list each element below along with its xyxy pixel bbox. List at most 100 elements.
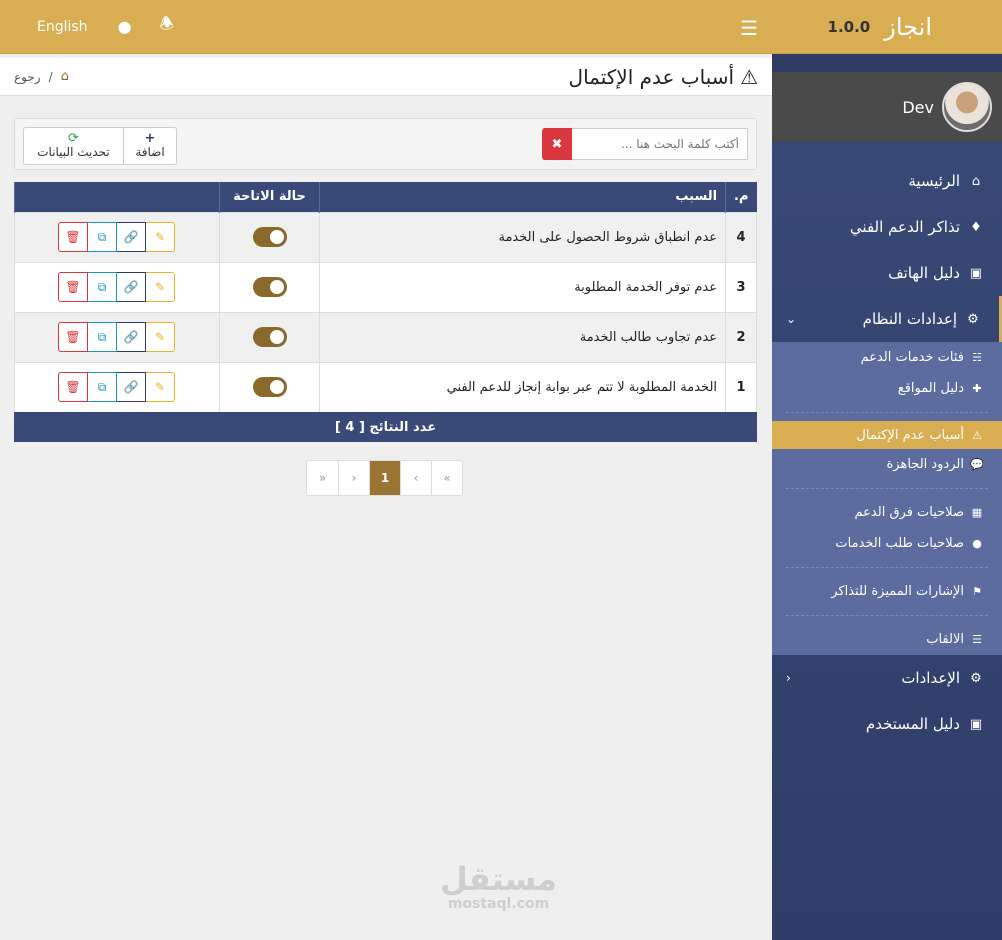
avatar[interactable]: [942, 82, 992, 132]
user-panel: Dev: [772, 72, 1002, 142]
availability-toggle[interactable]: [252, 277, 287, 297]
sliders-icon: ☰: [972, 633, 982, 646]
sidebar-item-settings[interactable]: ⚙ الإعدادات ‹: [772, 655, 1002, 701]
clear-search-button[interactable]: ✖: [542, 128, 572, 160]
row-number: 4: [725, 211, 757, 263]
delete-button[interactable]: 🗑: [58, 222, 88, 252]
action-button-group: ⟳ تحديث البيانات + اضافة: [23, 127, 177, 165]
signs-icon: ✚: [972, 382, 982, 395]
column-header-actions: [14, 182, 220, 212]
link-button[interactable]: 🔗: [116, 372, 146, 402]
duplicate-button[interactable]: ⧉: [87, 272, 117, 302]
user-icon[interactable]: ●: [118, 17, 132, 36]
warning-icon: ⚠: [740, 64, 758, 89]
refresh-icon: ⟳: [68, 131, 79, 146]
pencil-icon: ✎: [154, 330, 166, 344]
sidebar-sub-item-label: دليل المواقع: [897, 381, 964, 396]
sidebar-sub-item-label: صلاحيات طلب الخدمات: [835, 536, 964, 551]
availability-toggle[interactable]: [252, 327, 287, 347]
app-name[interactable]: انجاز: [884, 13, 932, 41]
sidebar-item-home[interactable]: ⌂ الرئيسية: [772, 158, 1002, 204]
home-icon[interactable]: ⌂: [61, 69, 69, 84]
link-button[interactable]: 🔗: [116, 272, 146, 302]
delete-button[interactable]: 🗑: [58, 372, 88, 402]
sidebar-sub-item-request-permissions[interactable]: ● صلاحيات طلب الخدمات: [772, 528, 1002, 559]
top-bar: English ● 🕭 ☰: [0, 0, 772, 54]
pager-prev[interactable]: ‹: [400, 461, 431, 495]
sidebar-sub-item-label: أسباب عدم الإكتمال: [856, 427, 964, 443]
duplicate-button[interactable]: ⧉: [87, 222, 117, 252]
app-version: 1.0.0: [827, 17, 871, 36]
column-header-reason[interactable]: السبب: [318, 182, 726, 212]
sidebar-sub-item-label: الإشارات المميزة للتذاكر: [831, 584, 964, 599]
sidebar-sub-item-titles[interactable]: ☰ الالقاب: [772, 624, 1002, 655]
sidebar-sub-item-canned-replies[interactable]: 💬 الردود الجاهزة: [772, 449, 1002, 480]
divider: [786, 412, 988, 413]
table-row: 1 الخدمة المطلوبة لا تتم عبر بوابة إنجاز…: [14, 361, 757, 413]
pager-next[interactable]: ›: [338, 461, 369, 495]
sidebar-sub-item-team-permissions[interactable]: ▦ صلاحيات فرق الدعم: [772, 497, 1002, 528]
brand: 1.0.0 انجاز: [772, 0, 1002, 54]
sidebar-item-user-guide[interactable]: ▣ دليل المستخدم: [772, 701, 1002, 747]
sidebar-item-label: الإعدادات: [901, 669, 960, 687]
search-box: ✖: [542, 128, 748, 160]
trash-icon: 🗑: [65, 230, 81, 244]
refresh-button[interactable]: ⟳ تحديث البيانات: [24, 128, 124, 164]
pencil-icon: ✎: [154, 380, 166, 394]
watermark: مستقل mostaql.com: [440, 862, 557, 912]
link-button[interactable]: 🔗: [116, 322, 146, 352]
page-header: رجوع / ⌂ ⚠ أسباب عدم الإكتمال: [0, 58, 772, 96]
address-book-icon: ▣: [969, 265, 983, 281]
trash-icon: 🗑: [65, 330, 81, 344]
sidebar-sub-item-support-categories[interactable]: ☵ فئات خدمات الدعم: [772, 342, 1002, 373]
edit-button[interactable]: ✎: [145, 372, 175, 402]
duplicate-button[interactable]: ⧉: [87, 372, 117, 402]
sidebar-sub-item-ticket-tags[interactable]: ⚑ الإشارات المميزة للتذاكر: [772, 576, 1002, 607]
sidebar-item-label: إعدادات النظام: [862, 310, 957, 328]
watermark-arabic: مستقل: [440, 860, 558, 898]
edit-button[interactable]: ✎: [145, 272, 175, 302]
sidebar-sub-item-sites[interactable]: ✚ دليل المواقع: [772, 373, 1002, 404]
user-name[interactable]: Dev: [902, 98, 934, 117]
column-header-status[interactable]: حالة الاتاحة: [219, 182, 320, 212]
comment-icon: 💬: [970, 458, 984, 471]
sidebar-item-system-settings[interactable]: ⚙ إعدادات النظام ⌄: [772, 296, 1002, 342]
availability-toggle[interactable]: [252, 227, 287, 247]
reasons-table: م. السبب حالة الاتاحة 4 عدم انطباق شروط …: [14, 182, 757, 413]
sidebar-sub-item-incompletion-reasons[interactable]: ⚠ أسباب عدم الإكتمال: [772, 421, 1002, 449]
trash-icon: 🗑: [65, 280, 81, 294]
language-switch[interactable]: English: [37, 19, 88, 35]
plus-icon: +: [144, 131, 156, 146]
row-reason: الخدمة المطلوبة لا تتم عبر بوابة إنجاز ل…: [318, 361, 727, 413]
sidebar-item-tickets[interactable]: ♦ تذاكر الدعم الفني: [772, 204, 1002, 250]
clone-icon: ⧉: [97, 229, 107, 244]
row-reason: عدم تجاوب طالب الخدمة: [318, 311, 727, 363]
hamburger-icon[interactable]: ☰: [740, 16, 758, 40]
id-badge-icon: ▦: [971, 506, 983, 519]
add-button[interactable]: + اضافة: [124, 128, 176, 164]
link-button[interactable]: 🔗: [116, 222, 146, 252]
availability-toggle[interactable]: [252, 377, 287, 397]
search-input[interactable]: [572, 128, 748, 160]
sidebar-sub-item-label: الردود الجاهزة: [886, 457, 965, 472]
pager-first[interactable]: «: [431, 461, 462, 495]
sidebar-submenu: ☵ فئات خدمات الدعم ✚ دليل المواقع ⚠ أسبا…: [772, 342, 1002, 655]
column-header-num[interactable]: م.: [725, 182, 757, 212]
breadcrumb: رجوع / ⌂: [14, 69, 69, 84]
row-reason: عدم انطباق شروط الحصول على الخدمة: [318, 211, 727, 263]
delete-button[interactable]: 🗑: [58, 322, 88, 352]
sidebar-item-phonebook[interactable]: ▣ دليل الهاتف: [772, 250, 1002, 296]
edit-button[interactable]: ✎: [145, 222, 175, 252]
delete-button[interactable]: 🗑: [58, 272, 88, 302]
link-icon: 🔗: [123, 280, 139, 294]
back-link[interactable]: رجوع: [14, 70, 41, 84]
row-number: 3: [725, 261, 757, 313]
bell-icon[interactable]: 🕭: [160, 13, 174, 40]
duplicate-button[interactable]: ⧉: [87, 322, 117, 352]
edit-button[interactable]: ✎: [145, 322, 175, 352]
pager-last[interactable]: »: [307, 461, 338, 495]
pencil-icon: ✎: [154, 230, 166, 244]
pager-current[interactable]: 1: [369, 461, 400, 495]
add-label: اضافة: [135, 145, 165, 159]
link-icon: 🔗: [123, 380, 139, 394]
